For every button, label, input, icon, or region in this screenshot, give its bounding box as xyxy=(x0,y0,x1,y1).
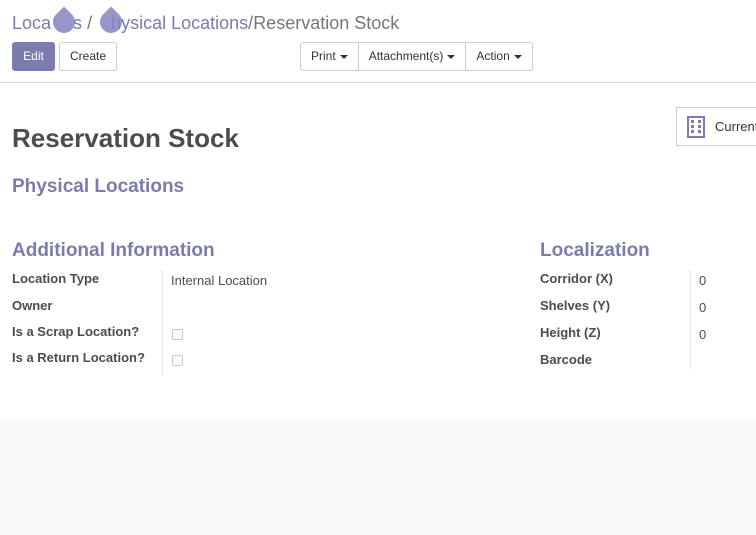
breadcrumb-separator: / xyxy=(87,13,93,33)
form-sheet: Current Reservation Stock Physical Locat… xyxy=(0,83,756,418)
shelves-value: 0 xyxy=(699,300,707,315)
localization-title: Localization xyxy=(540,240,650,261)
parent-location-link[interactable]: Physical Locations xyxy=(12,176,184,198)
corridor-value: 0 xyxy=(699,273,707,288)
edit-button[interactable]: Edit xyxy=(12,42,55,71)
barcode-label: Barcode xyxy=(540,352,593,367)
control-panel: Loca s / hysical Locations/Reservation St… xyxy=(0,0,756,83)
caret-down-icon xyxy=(513,54,522,59)
sidebar-button-group: Print Attachment(s) Action xyxy=(300,42,533,71)
breadcrumb-current: Reservation Stock xyxy=(253,13,400,33)
action-dropdown-button[interactable]: Action xyxy=(465,42,533,71)
return-location-label: Is a Return Location? xyxy=(12,350,145,365)
building-icon xyxy=(687,116,705,141)
current-stock-label: Current xyxy=(715,119,756,134)
field-divider xyxy=(162,270,163,375)
print-dropdown-button[interactable]: Print xyxy=(300,42,359,71)
scrap-location-checkbox[interactable] xyxy=(172,329,183,340)
action-label: Action xyxy=(476,49,510,63)
additional-information-title: Additional Information xyxy=(12,240,215,261)
return-location-checkbox[interactable] xyxy=(172,355,183,366)
attachments-dropdown-button[interactable]: Attachment(s) xyxy=(357,42,467,71)
height-label: Height (Z) xyxy=(540,325,601,340)
location-type-label: Location Type xyxy=(12,271,100,286)
location-type-value: Internal Location xyxy=(171,273,268,288)
height-value: 0 xyxy=(699,327,707,342)
create-button[interactable]: Create xyxy=(59,42,117,71)
shelves-label: Shelves (Y) xyxy=(540,298,611,313)
scrap-location-label: Is a Scrap Location? xyxy=(12,324,140,339)
caret-down-icon xyxy=(339,54,348,59)
corridor-label: Corridor (X) xyxy=(540,271,613,286)
owner-label: Owner xyxy=(12,298,53,313)
record-title: Reservation Stock xyxy=(12,123,239,153)
current-stock-button[interactable]: Current xyxy=(676,107,756,146)
attachments-label: Attachment(s) xyxy=(368,49,444,63)
print-label: Print xyxy=(311,49,336,63)
field-divider xyxy=(690,270,691,369)
caret-down-icon xyxy=(447,54,456,59)
